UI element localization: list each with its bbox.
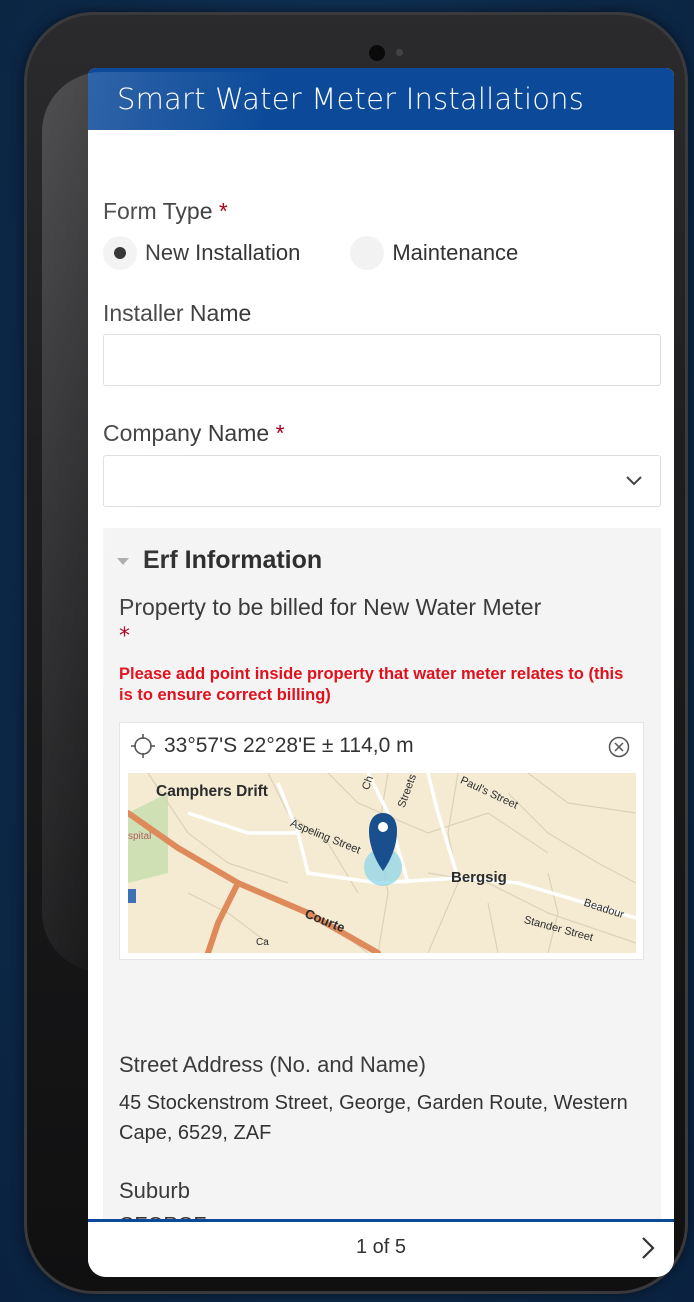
camera-sensor <box>396 49 403 56</box>
form-type-radio-group: New Installation Maintenance <box>103 236 518 270</box>
app-header: Smart Water Meter Installations <box>88 68 674 130</box>
installer-name-input[interactable] <box>103 334 661 386</box>
required-marker: * <box>119 624 130 649</box>
required-marker: * <box>218 198 228 224</box>
chevron-right-icon[interactable] <box>636 1234 660 1262</box>
map-label-bergsig: Bergsig <box>451 869 507 886</box>
page-indicator: 1 of 5 <box>355 1236 407 1258</box>
location-map[interactable]: Camphers Drift Bergsig Courte Ch Streets… <box>128 773 636 953</box>
property-hint: Please add point inside property that wa… <box>119 665 624 704</box>
installer-name-label: Installer Name <box>103 300 252 326</box>
form-type-label: Form Type * <box>103 198 228 225</box>
radio-label-maintenance[interactable]: Maintenance <box>392 240 518 266</box>
suburb-label: Suburb <box>119 1178 190 1203</box>
device-frame: Smart Water Meter Installations Form Typ… <box>24 12 688 1294</box>
street-address-label: Street Address (No. and Name) <box>119 1052 426 1077</box>
camera-lens <box>369 45 385 61</box>
coordinates-text: 33°57'S 22°28'E ± 114,0 m <box>164 734 414 757</box>
company-name-label-text: Company Name <box>103 420 270 446</box>
location-pin-icon <box>364 813 402 886</box>
geopoint-field[interactable]: 33°57'S 22°28'E ± 114,0 m Camphers Drift… <box>119 722 644 960</box>
radio-label-new-installation[interactable]: New Installation <box>145 240 300 266</box>
form-type-label-text: Form Type <box>103 198 213 224</box>
map-label-camphers-drift: Camphers Drift <box>156 783 268 800</box>
radio-maintenance[interactable] <box>350 236 385 270</box>
radio-selected-dot <box>114 247 126 259</box>
crosshair-icon <box>131 734 155 758</box>
required-marker: * <box>275 420 285 446</box>
collapse-triangle-icon <box>117 558 129 565</box>
property-label: Property to be billed for New Water Mete… <box>119 594 542 620</box>
map-label-spital: spital <box>128 831 152 842</box>
street-address-value: 45 Stockenstrom Street, George, Garden R… <box>119 1092 628 1144</box>
coordinate-row: 33°57'S 22°28'E ± 114,0 m <box>130 733 414 759</box>
erf-group-title: Erf Information <box>143 546 323 574</box>
company-name-select[interactable] <box>103 455 661 507</box>
erf-group-header[interactable]: Erf Information <box>117 546 322 575</box>
map-label-ca: Ca <box>256 937 269 948</box>
radio-new-installation[interactable] <box>103 236 137 270</box>
app-screen: Smart Water Meter Installations Form Typ… <box>88 68 674 1277</box>
erf-information-group: Erf Information Property to be billed fo… <box>103 528 661 1268</box>
company-name-label: Company Name * <box>103 420 285 447</box>
clear-icon[interactable] <box>607 735 631 759</box>
chevron-down-icon <box>626 476 642 486</box>
pagination-footer: 1 of 5 <box>88 1219 674 1277</box>
